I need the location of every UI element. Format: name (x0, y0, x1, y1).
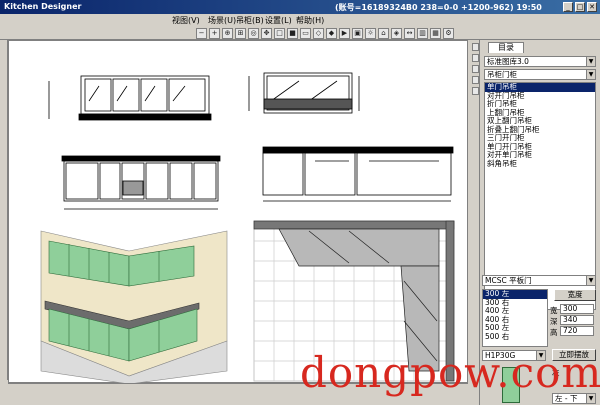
zoom-in-icon[interactable]: + (209, 28, 220, 39)
light-icon[interactable]: ☼ (365, 28, 376, 39)
maximize-button[interactable]: □ (575, 2, 585, 12)
chevron-down-icon: ▼ (586, 276, 595, 285)
height-field[interactable]: 720 (560, 326, 594, 336)
pan-icon[interactable]: ✥ (261, 28, 272, 39)
render-icon[interactable]: ◆ (326, 28, 337, 39)
zoom-all-icon[interactable]: ⊞ (235, 28, 246, 39)
side-button[interactable] (472, 76, 479, 84)
drawing-area (40, 72, 455, 384)
menu-scene[interactable]: 场景(U) (208, 15, 236, 26)
menu-view[interactable]: 视图(V) (172, 15, 200, 26)
front-elevation-right (248, 72, 454, 202)
menu-help[interactable]: 帮助(H) (296, 15, 324, 26)
zoom-window-icon[interactable]: ⊕ (222, 28, 233, 39)
front-elevation-left (48, 75, 221, 210)
width-field[interactable]: 300 (560, 304, 594, 314)
width-label: 宽 (550, 306, 558, 315)
perspective-render (40, 230, 228, 384)
title-bar: Kitchen Designer (账号=16189324B0 238=0-0 … (0, 0, 600, 14)
handle-icon[interactable]: ◈ (391, 28, 402, 39)
menu-bar: 视图(V) 场景(U) 吊柜(B) 设置(L) 帮助(H) (0, 14, 600, 26)
toolbar: − + ⊕ ⊞ ◎ ✥ □ ■ ▭ ◇ ◆ ▶ ▣ ☼ ⌂ ◈ ↔ ▥ ▦ ⚙ (0, 26, 600, 40)
dimension-icon[interactable]: ↔ (404, 28, 415, 39)
model-select[interactable]: MCSC 平板门 ▼ (482, 275, 596, 286)
side-button[interactable] (472, 87, 479, 95)
category-select-value: 吊柜门柜 (487, 70, 517, 79)
category-select[interactable]: 吊柜门柜 ▼ (484, 69, 596, 80)
left-scroll-strip (0, 40, 8, 380)
chevron-down-icon: ▼ (586, 57, 595, 66)
menu-settings[interactable]: 设置(L) (265, 15, 292, 26)
width-button[interactable]: 宽度 (554, 289, 596, 301)
camera-icon[interactable]: ◎ (248, 28, 259, 39)
iso-view-icon[interactable]: ◇ (313, 28, 324, 39)
library-select-value: 标准图库3.0 (487, 57, 529, 66)
zoom-out-icon[interactable]: − (196, 28, 207, 39)
settings-icon[interactable]: ⚙ (443, 28, 454, 39)
library-select[interactable]: 标准图库3.0 ▼ (484, 56, 596, 67)
watermark: dongpow.com (300, 348, 600, 397)
door-icon[interactable]: ⌂ (378, 28, 389, 39)
play-icon[interactable]: ▶ (339, 28, 350, 39)
side-button[interactable] (472, 43, 479, 51)
height-label: 高 (550, 328, 558, 337)
wall-icon[interactable]: ▥ (417, 28, 428, 39)
cabinet-icon[interactable]: ▣ (352, 28, 363, 39)
chevron-down-icon: ▼ (586, 70, 595, 79)
side-view-icon[interactable]: ▭ (300, 28, 311, 39)
side-button[interactable] (472, 54, 479, 62)
side-button[interactable] (472, 65, 479, 73)
list-item[interactable]: 斜角吊柜 (485, 159, 595, 169)
size-item[interactable]: 500 右 (483, 332, 547, 342)
model-select-value: MCSC 平板门 (485, 276, 532, 285)
app-title: Kitchen Designer (4, 2, 82, 11)
size-list[interactable]: 300 左 300 右 400 左 400 右 500 左 500 右 (482, 289, 548, 347)
depth-label: 深 (550, 317, 558, 326)
tab-catalog[interactable]: 目录 (488, 42, 524, 53)
minimize-button[interactable]: _ (563, 2, 573, 12)
front-view-icon[interactable]: □ (274, 28, 285, 39)
close-button[interactable]: ✕ (587, 2, 597, 12)
status-readout: (账号=16189324B0 238=0-0 +1200-962) 19:50 (335, 3, 542, 12)
menu-cabinet[interactable]: 吊柜(B) (236, 15, 264, 26)
depth-field[interactable]: 340 (560, 315, 594, 325)
design-canvas[interactable] (8, 40, 468, 384)
window-icon[interactable]: ▦ (430, 28, 441, 39)
top-view-icon[interactable]: ■ (287, 28, 298, 39)
